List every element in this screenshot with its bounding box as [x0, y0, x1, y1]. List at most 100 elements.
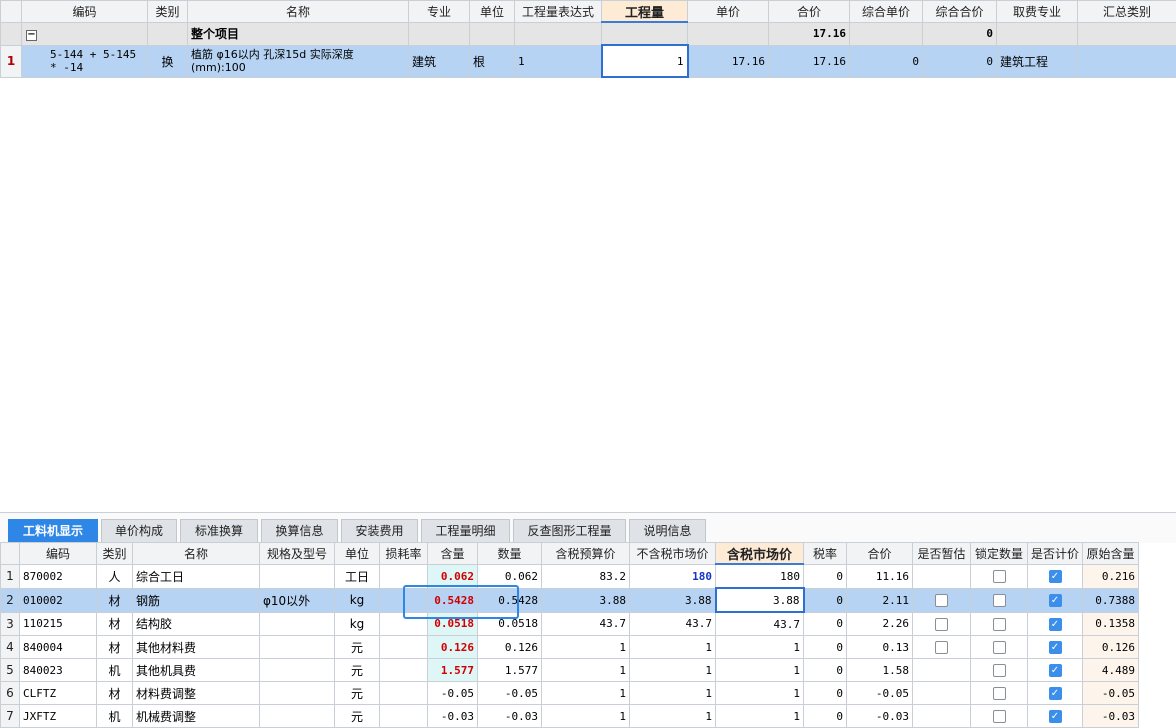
resource-cell-total[interactable]: -0.05 [847, 682, 913, 705]
resource-cell-market-notax[interactable]: 3.88 [630, 588, 716, 612]
resource-row[interactable]: 3110215材结构胶kg0.05180.051843.743.743.702.… [1, 612, 1139, 636]
resource-row-number[interactable]: 3 [1, 612, 20, 636]
rcol-rate[interactable]: 税率 [804, 543, 847, 565]
resource-cell-code[interactable]: 840023 [20, 659, 97, 682]
estimate-checkbox[interactable] [935, 618, 948, 631]
row-unit[interactable]: 根 [470, 45, 515, 77]
rcol-spec[interactable]: 规格及型号 [260, 543, 335, 565]
resource-cell-loss[interactable] [380, 564, 428, 588]
resource-cell-rate[interactable]: 0 [804, 612, 847, 636]
resource-cell-priced[interactable]: ✓ [1028, 636, 1083, 659]
col-qty[interactable]: 工程量 [602, 1, 688, 23]
resource-cell-type[interactable]: 机 [97, 705, 133, 728]
quota-row[interactable]: 1 5-144 + 5-145 * -14 换 植筋 φ16以内 孔深15d 实… [1, 45, 1176, 77]
resource-cell-tax-budget[interactable]: 3.88 [542, 588, 630, 612]
resource-cell-name[interactable]: 其他机具费 [133, 659, 260, 682]
rcol-priced[interactable]: 是否计价 [1028, 543, 1083, 565]
resource-cell-spec[interactable] [260, 682, 335, 705]
col-type[interactable]: 类别 [148, 1, 188, 23]
resource-cell-unit[interactable]: 工日 [335, 564, 380, 588]
resource-cell-total[interactable]: 11.16 [847, 564, 913, 588]
resource-row-number[interactable]: 6 [1, 682, 20, 705]
resource-cell-lock[interactable] [971, 588, 1028, 612]
row-type[interactable]: 换 [148, 45, 188, 77]
resource-cell-rate[interactable]: 0 [804, 659, 847, 682]
tab-resource-display[interactable]: 工料机显示 [8, 519, 98, 543]
resource-cell-name[interactable]: 机械费调整 [133, 705, 260, 728]
resource-cell-total[interactable]: 2.11 [847, 588, 913, 612]
resource-cell-priced[interactable]: ✓ [1028, 612, 1083, 636]
resource-cell-estimate[interactable] [913, 705, 971, 728]
tab-standard-conversion[interactable]: 标准换算 [180, 519, 258, 543]
resource-cell-lock[interactable] [971, 612, 1028, 636]
resource-cell-orig[interactable]: -0.05 [1083, 682, 1139, 705]
resource-cell-orig[interactable]: 0.1358 [1083, 612, 1139, 636]
lock-qty-checkbox[interactable] [993, 641, 1006, 654]
resource-cell-market-tax[interactable]: 180 [716, 564, 804, 588]
resource-cell-estimate[interactable] [913, 636, 971, 659]
rcol-total[interactable]: 合价 [847, 543, 913, 565]
row-name[interactable]: 植筋 φ16以内 孔深15d 实际深度(mm):100 [188, 45, 409, 77]
resource-cell-market-tax[interactable]: 43.7 [716, 612, 804, 636]
rcol-unit[interactable]: 单位 [335, 543, 380, 565]
resource-cell-name[interactable]: 结构胶 [133, 612, 260, 636]
resource-cell-market-notax[interactable]: 180 [630, 564, 716, 588]
resource-cell-spec[interactable] [260, 705, 335, 728]
resource-cell-market-notax[interactable]: 1 [630, 682, 716, 705]
tab-conversion-info[interactable]: 换算信息 [261, 519, 338, 543]
resource-cell-estimate[interactable] [913, 682, 971, 705]
rcol-market-notax[interactable]: 不含税市场价 [630, 543, 716, 565]
resource-cell-qty[interactable]: 0.062 [478, 564, 542, 588]
resource-cell-code[interactable]: 870002 [20, 564, 97, 588]
tab-description[interactable]: 说明信息 [629, 519, 706, 543]
resource-cell-code[interactable]: 840004 [20, 636, 97, 659]
resource-cell-name[interactable]: 钢筋 [133, 588, 260, 612]
rcol-loss[interactable]: 损耗率 [380, 543, 428, 565]
row-code[interactable]: 5-144 + 5-145 * -14 [22, 45, 148, 77]
col-comp-unit[interactable]: 综合单价 [850, 1, 923, 23]
resource-cell-market-notax[interactable]: 43.7 [630, 612, 716, 636]
resource-cell-tax-budget[interactable]: 83.2 [542, 564, 630, 588]
group-row[interactable]: − 整个项目 17.16 0 [1, 22, 1176, 45]
resource-row[interactable]: 5840023机其他机具费元1.5771.57711101.58✓4.489 [1, 659, 1139, 682]
resource-cell-code[interactable]: CLFTZ [20, 682, 97, 705]
resource-cell-priced[interactable]: ✓ [1028, 682, 1083, 705]
group-expander-cell[interactable]: − [22, 22, 148, 45]
resource-cell-lock[interactable] [971, 636, 1028, 659]
lock-qty-checkbox[interactable] [993, 594, 1006, 607]
resource-cell-lock[interactable] [971, 682, 1028, 705]
resource-cell-rate[interactable]: 0 [804, 682, 847, 705]
row-expr[interactable]: 1 [515, 45, 602, 77]
rcol-qty[interactable]: 数量 [478, 543, 542, 565]
resource-cell-orig[interactable]: 0.7388 [1083, 588, 1139, 612]
rcol-tax-budget[interactable]: 含税预算价 [542, 543, 630, 565]
col-expr[interactable]: 工程量表达式 [515, 1, 602, 23]
resource-cell-qty[interactable]: 0.0518 [478, 612, 542, 636]
row-comp-total[interactable]: 0 [923, 45, 997, 77]
rcol-name[interactable]: 名称 [133, 543, 260, 565]
rcol-lock[interactable]: 锁定数量 [971, 543, 1028, 565]
resource-cell-unit[interactable]: 元 [335, 705, 380, 728]
resource-cell-rate[interactable]: 0 [804, 705, 847, 728]
resource-cell-spec[interactable] [260, 612, 335, 636]
resource-cell-unit[interactable]: 元 [335, 682, 380, 705]
rcol-orig[interactable]: 原始含量 [1083, 543, 1139, 565]
lock-qty-checkbox[interactable] [993, 570, 1006, 583]
resource-row[interactable]: 6CLFTZ材材料费调整元-0.05-0.051110-0.05✓-0.05 [1, 682, 1139, 705]
estimate-checkbox[interactable] [935, 594, 948, 607]
resource-cell-estimate[interactable] [913, 612, 971, 636]
col-major[interactable]: 专业 [409, 1, 470, 23]
col-fee-major[interactable]: 取费专业 [997, 1, 1078, 23]
lock-qty-checkbox[interactable] [993, 618, 1006, 631]
resource-cell-loss[interactable] [380, 682, 428, 705]
resource-cell-unit[interactable]: kg [335, 612, 380, 636]
resource-cell-qty[interactable]: 0.126 [478, 636, 542, 659]
resource-cell-type[interactable]: 材 [97, 588, 133, 612]
lock-qty-checkbox[interactable] [993, 687, 1006, 700]
resource-cell-type[interactable]: 机 [97, 659, 133, 682]
resource-cell-lock[interactable] [971, 705, 1028, 728]
resource-row-number[interactable]: 5 [1, 659, 20, 682]
row-total[interactable]: 17.16 [769, 45, 850, 77]
resource-cell-total[interactable]: 1.58 [847, 659, 913, 682]
resource-cell-estimate[interactable] [913, 588, 971, 612]
